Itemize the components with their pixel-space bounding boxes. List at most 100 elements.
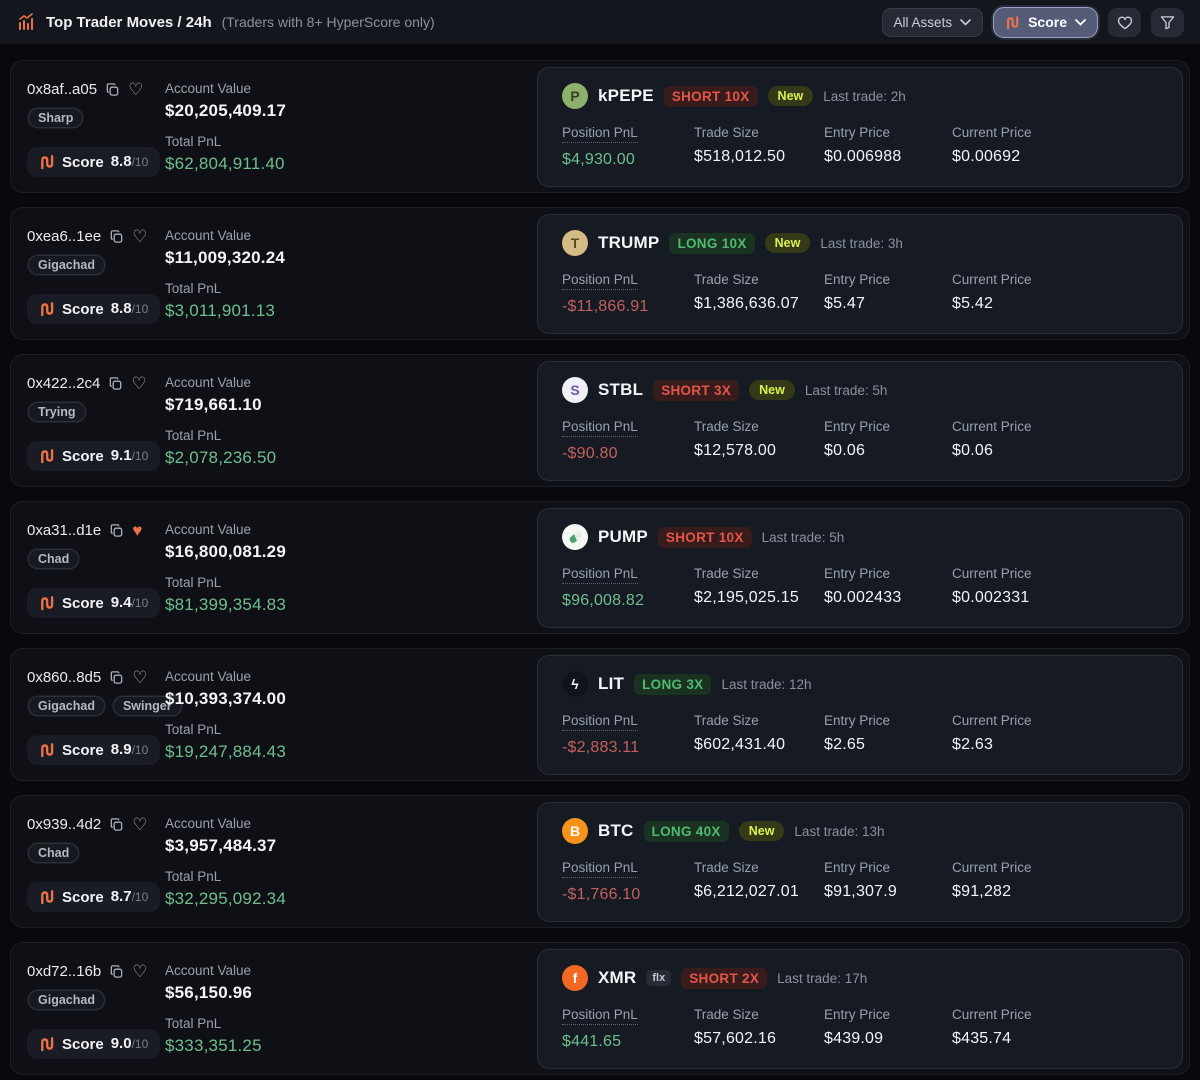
entry-price-value: $0.002433 — [824, 589, 902, 606]
copy-address-icon[interactable] — [108, 376, 123, 391]
total-pnl-value: $2,078,236.50 — [165, 448, 277, 467]
token-name[interactable]: LIT — [598, 674, 624, 694]
trader-card: 0xd72..16b ♡ Gigachad Score 9.0/10 Accou… — [10, 942, 1190, 1075]
token-name[interactable]: TRUMP — [598, 233, 659, 253]
account-value-label: Account Value — [165, 816, 252, 831]
trade-size-value: $1,386,636.07 — [694, 295, 799, 312]
score-value: 9.4 — [110, 594, 132, 611]
favorite-heart-icon[interactable]: ♡ — [132, 963, 147, 980]
entry-price-value: $91,307.9 — [824, 883, 897, 900]
position-pnl-label[interactable]: Position PnL — [562, 566, 638, 584]
copy-address-icon[interactable] — [109, 964, 124, 979]
trader-card: 0x8af..a05 ♡ Sharp Score 8.8/10 Account … — [10, 60, 1190, 193]
position-pnl-label[interactable]: Position PnL — [562, 860, 638, 878]
current-price-value: $91,282 — [952, 883, 1012, 900]
trader-tag: Trying — [27, 401, 87, 423]
trader-address[interactable]: 0x8af..a05 — [27, 81, 97, 98]
token-name[interactable]: XMR — [598, 968, 636, 988]
trade-size-value: $12,578.00 — [694, 442, 777, 459]
copy-address-icon[interactable] — [109, 817, 124, 832]
favorite-heart-icon[interactable]: ♡ — [132, 669, 147, 686]
score-value: 8.8 — [110, 300, 132, 317]
filter-button[interactable] — [1151, 7, 1184, 37]
score-max: /10 — [131, 155, 149, 169]
trade-card: ϟ LIT LONG 3X New Last trade: 12h Positi… — [537, 655, 1183, 775]
favorite-heart-icon[interactable]: ♡ — [132, 816, 147, 833]
favorites-filter-button[interactable] — [1108, 7, 1141, 37]
trader-address[interactable]: 0xea6..1ee — [27, 228, 101, 245]
trader-stats: Account Value $16,800,081.29 Total PnL $… — [165, 508, 537, 628]
total-pnl-value: $62,804,911.40 — [165, 154, 285, 173]
new-badge: New — [738, 821, 785, 841]
account-value-label: Account Value — [165, 375, 252, 390]
trader-address[interactable]: 0xd72..16b — [27, 963, 101, 980]
current-price-label: Current Price — [952, 125, 1032, 140]
trump-token-icon: T — [562, 230, 588, 256]
favorite-heart-icon[interactable]: ♡ — [131, 375, 146, 392]
position-side-badge: SHORT 10X — [657, 526, 752, 548]
trader-identity: 0x939..4d2 ♡ Chad Score 8.7/10 — [17, 802, 165, 922]
position-pnl-label[interactable]: Position PnL — [562, 272, 638, 290]
total-pnl-label: Total PnL — [165, 428, 222, 443]
hyperscore-logo-icon — [41, 890, 54, 905]
trader-address[interactable]: 0x860..8d5 — [27, 669, 101, 686]
trader-address[interactable]: 0xa31..d1e — [27, 522, 101, 539]
position-pnl-label[interactable]: Position PnL — [562, 1007, 638, 1025]
favorite-heart-icon[interactable]: ♡ — [132, 228, 147, 245]
trader-tags: Trying — [27, 401, 165, 423]
trade-size-label: Trade Size — [694, 566, 759, 581]
total-pnl-label: Total PnL — [165, 575, 222, 590]
position-side-badge: SHORT 10X — [663, 85, 758, 107]
copy-address-icon[interactable] — [109, 523, 124, 538]
favorite-heart-icon[interactable]: ♡ — [128, 81, 143, 98]
total-pnl-label: Total PnL — [165, 722, 222, 737]
position-side-badge: SHORT 3X — [653, 379, 740, 401]
position-pnl-value: -$2,883.11 — [562, 739, 640, 756]
token-name[interactable]: BTC — [598, 821, 634, 841]
trader-tag: Gigachad — [27, 254, 106, 276]
trader-stats: Account Value $20,205,409.17 Total PnL $… — [165, 67, 537, 187]
entry-price-label: Entry Price — [824, 125, 891, 140]
last-trade-time: Last trade: 5h — [804, 382, 888, 398]
position-pnl-label[interactable]: Position PnL — [562, 713, 638, 731]
position-pnl-label[interactable]: Position PnL — [562, 125, 638, 143]
kpepe-token-icon: P — [562, 83, 588, 109]
position-side-badge: LONG 3X — [634, 673, 712, 695]
trader-stats: Account Value $56,150.96 Total PnL $333,… — [165, 949, 537, 1069]
score-max: /10 — [131, 1037, 149, 1051]
trader-address[interactable]: 0x422..2c4 — [27, 375, 100, 392]
account-value: $3,957,484.37 — [165, 836, 277, 855]
current-price-value: $435.74 — [952, 1030, 1012, 1047]
score-label: Score — [62, 447, 104, 465]
trader-address[interactable]: 0x939..4d2 — [27, 816, 101, 833]
copy-address-icon[interactable] — [109, 229, 124, 244]
entry-price-value: $5.47 — [824, 295, 866, 312]
page-title: Top Trader Moves / 24h — [46, 13, 212, 31]
last-trade-time: Last trade: 13h — [794, 823, 885, 839]
entry-price-label: Entry Price — [824, 860, 891, 875]
trade-card: PUMP SHORT 10X New Last trade: 5h Positi… — [537, 508, 1183, 628]
asset-filter-dropdown[interactable]: All Assets — [881, 7, 984, 37]
token-name[interactable]: kPEPE — [598, 86, 654, 106]
sort-by-dropdown[interactable]: Score — [993, 6, 1098, 38]
trade-size-label: Trade Size — [694, 860, 759, 875]
token-name[interactable]: STBL — [598, 380, 643, 400]
trader-stats: Account Value $3,957,484.37 Total PnL $3… — [165, 802, 537, 922]
score-max: /10 — [131, 302, 149, 316]
position-pnl-value: $96,008.82 — [562, 592, 645, 609]
trader-identity: 0x8af..a05 ♡ Sharp Score 8.8/10 — [17, 67, 165, 187]
total-pnl-value: $19,247,884.43 — [165, 742, 286, 761]
trader-identity: 0xea6..1ee ♡ Gigachad Score 8.8/10 — [17, 214, 165, 334]
entry-price-label: Entry Price — [824, 1007, 891, 1022]
funnel-icon — [1160, 15, 1175, 29]
copy-address-icon[interactable] — [109, 670, 124, 685]
favorite-heart-icon[interactable]: ♥ — [132, 522, 142, 539]
token-name[interactable]: PUMP — [598, 527, 648, 547]
pump-token-icon — [562, 524, 588, 550]
total-pnl-value: $32,295,092.34 — [165, 889, 286, 908]
current-price-value: $0.06 — [952, 442, 994, 459]
score-max: /10 — [131, 449, 149, 463]
copy-address-icon[interactable] — [105, 82, 120, 97]
position-pnl-label[interactable]: Position PnL — [562, 419, 638, 437]
trade-size-value: $518,012.50 — [694, 148, 786, 165]
